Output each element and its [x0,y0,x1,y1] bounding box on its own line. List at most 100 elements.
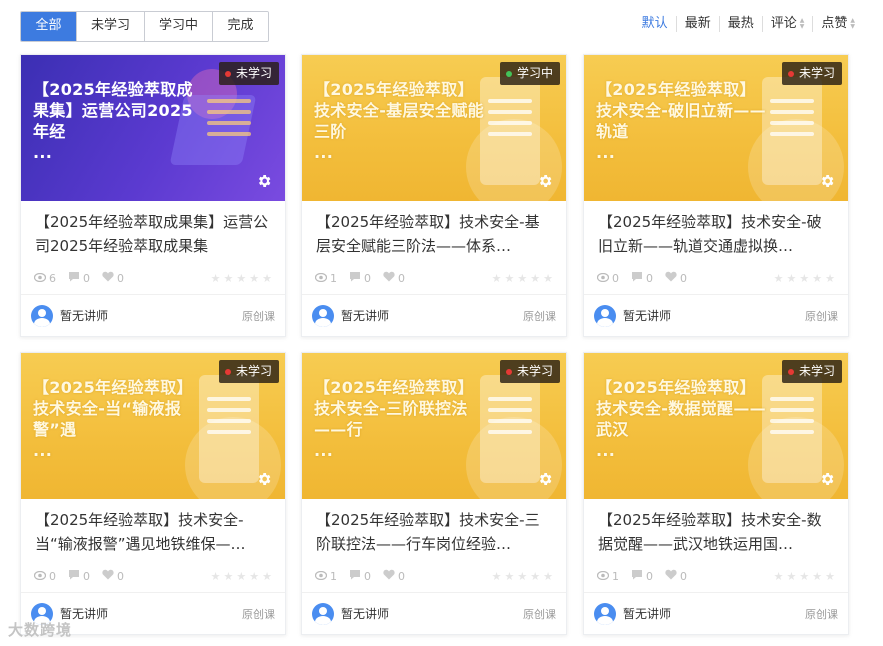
course-thumbnail[interactable]: 【2025年经验萃取】技术安全-当“输液报警”遇... 未学习 [21,353,285,499]
course-card[interactable]: 【2025年经验萃取成果集】运营公司2025年经... 未学习 【2025年经验… [20,54,286,337]
avatar [312,304,334,327]
status-badge: 未学习 [781,360,842,383]
eye-icon [33,272,49,285]
heart-icon [102,271,117,285]
star-icon: ★ [223,271,234,285]
eye-icon [314,272,330,285]
course-card[interactable]: 【2025年经验萃取】技术安全-数据觉醒——武汉... 未学习 【2025年经验… [583,352,849,635]
heart-icon [102,569,117,583]
star-icon: ★ [236,271,247,285]
sort-default[interactable]: 默认 [634,16,676,32]
filter-tab-completed[interactable]: 完成 [213,12,268,41]
thumbnail-title: 【2025年经验萃取】技术安全-基层安全赋能三阶... [314,80,484,162]
view-count: 1 [314,272,337,285]
filter-tab-not-started[interactable]: 未学习 [77,12,145,41]
gear-icon[interactable] [256,471,272,487]
course-stats: 1 0 0 ★ ★ ★ ★ ★ [584,561,848,591]
star-icon: ★ [530,569,541,583]
course-thumbnail[interactable]: 【2025年经验萃取】技术安全-破旧立新——轨道... 未学习 [584,55,848,201]
course-card[interactable]: 【2025年经验萃取】技术安全-当“输液报警”遇... 未学习 【2025年经验… [20,352,286,635]
star-icon: ★ [262,271,272,285]
star-icon: ★ [786,569,797,583]
thumbnail-decoration [207,99,251,143]
heart-icon [383,569,398,583]
course-card[interactable]: 【2025年经验萃取】技术安全-基层安全赋能三阶... 学习中 【2025年经验… [301,54,567,337]
thumbnail-decoration [488,397,532,441]
sort-hottest[interactable]: 最热 [718,16,762,32]
course-type-label: 原创课 [242,607,275,621]
gear-icon[interactable] [537,471,553,487]
status-dot-icon [505,70,512,77]
thumbnail-title: 【2025年经验萃取成果集】运营公司2025年经... [33,80,193,162]
course-title[interactable]: 【2025年经验萃取】技术安全-三阶联控法——行车岗位经验… [302,499,566,561]
course-type-label: 原创课 [805,607,838,621]
course-type-label: 原创课 [805,309,838,323]
status-dot-icon [505,368,512,375]
course-stats: 6 0 0 ★ ★ ★ ★ ★ [21,263,285,293]
thumbnail-decoration [770,99,814,143]
eye-icon [596,570,612,583]
course-title[interactable]: 【2025年经验萃取】技术安全-数据觉醒——武汉地铁运用国… [584,499,848,561]
rating-stars: ★ ★ ★ ★ ★ [771,272,835,285]
heart-icon [383,271,398,285]
star-icon: ★ [812,271,823,285]
avatar [31,304,53,327]
course-title[interactable]: 【2025年经验萃取】技术安全-当“输液报警”遇见地铁维保—… [21,499,285,561]
star-icon: ★ [543,569,553,583]
filter-tab-all[interactable]: 全部 [21,12,77,41]
course-stats: 1 0 0 ★ ★ ★ ★ ★ [302,263,566,293]
lecturer-name: 暂无讲师 [623,607,672,621]
course-thumbnail[interactable]: 【2025年经验萃取】技术安全-三阶联控法——行... 未学习 [302,353,566,499]
card-footer: 暂无讲师 原创课 [21,294,285,336]
comment-icon [349,569,364,583]
course-thumbnail[interactable]: 【2025年经验萃取】技术安全-基层安全赋能三阶... 学习中 [302,55,566,201]
star-icon: ★ [517,569,528,583]
lecturer-name: 暂无讲师 [341,309,390,323]
card-footer: 暂无讲师 原创课 [302,294,566,336]
heart-icon [665,271,680,285]
status-badge: 未学习 [499,360,560,383]
eye-icon [33,570,49,583]
sort-likes[interactable]: 点赞 ▲ ▼ [812,16,863,32]
heart-icon [665,569,680,583]
status-dot-icon [787,70,794,77]
star-icon: ★ [223,569,234,583]
course-type-label: 原创课 [523,309,556,323]
comment-icon [631,271,646,285]
course-thumbnail[interactable]: 【2025年经验萃取】技术安全-数据觉醒——武汉... 未学习 [584,353,848,499]
sort-comments[interactable]: 评论 ▲ ▼ [761,16,813,32]
status-badge: 未学习 [218,360,279,383]
course-title[interactable]: 【2025年经验萃取】技术安全-基层安全赋能三阶法——体系… [302,201,566,263]
course-card[interactable]: 【2025年经验萃取】技术安全-破旧立新——轨道... 未学习 【2025年经验… [583,54,849,337]
view-count: 1 [314,570,337,583]
sort-newest[interactable]: 最新 [675,16,719,32]
filter-tab-in-progress[interactable]: 学习中 [145,12,213,41]
star-icon: ★ [773,569,784,583]
eye-icon [596,272,612,285]
sort-arrows-icon: ▲ ▼ [850,17,855,30]
course-type-label: 原创课 [242,309,275,323]
like-count: 0 [665,271,687,285]
thumbnail-title: 【2025年经验萃取】技术安全-三阶联控法——行... [314,378,474,460]
rating-stars: ★ ★ ★ ★ ★ [208,272,272,285]
course-card[interactable]: 【2025年经验萃取】技术安全-三阶联控法——行... 未学习 【2025年经验… [301,352,567,635]
course-stats: 0 0 0 ★ ★ ★ ★ ★ [21,561,285,591]
status-badge: 未学习 [781,62,842,85]
gear-icon[interactable] [256,173,272,189]
gear-icon[interactable] [537,173,553,189]
star-icon: ★ [210,271,221,285]
gear-icon[interactable] [819,471,835,487]
like-count: 0 [102,271,124,285]
eye-icon [314,570,330,583]
comment-count: 0 [631,271,653,285]
star-icon: ★ [799,569,810,583]
course-title[interactable]: 【2025年经验萃取】技术安全-破旧立新——轨道交通虚拟换… [584,201,848,263]
course-title[interactable]: 【2025年经验萃取成果集】运营公司2025年经验萃取成果集 [21,201,285,263]
course-thumbnail[interactable]: 【2025年经验萃取成果集】运营公司2025年经... 未学习 [21,55,285,201]
comment-icon [68,271,83,285]
status-dot-icon [224,368,231,375]
gear-icon[interactable] [819,173,835,189]
star-icon: ★ [236,569,247,583]
avatar [594,602,616,625]
star-icon: ★ [491,271,502,285]
